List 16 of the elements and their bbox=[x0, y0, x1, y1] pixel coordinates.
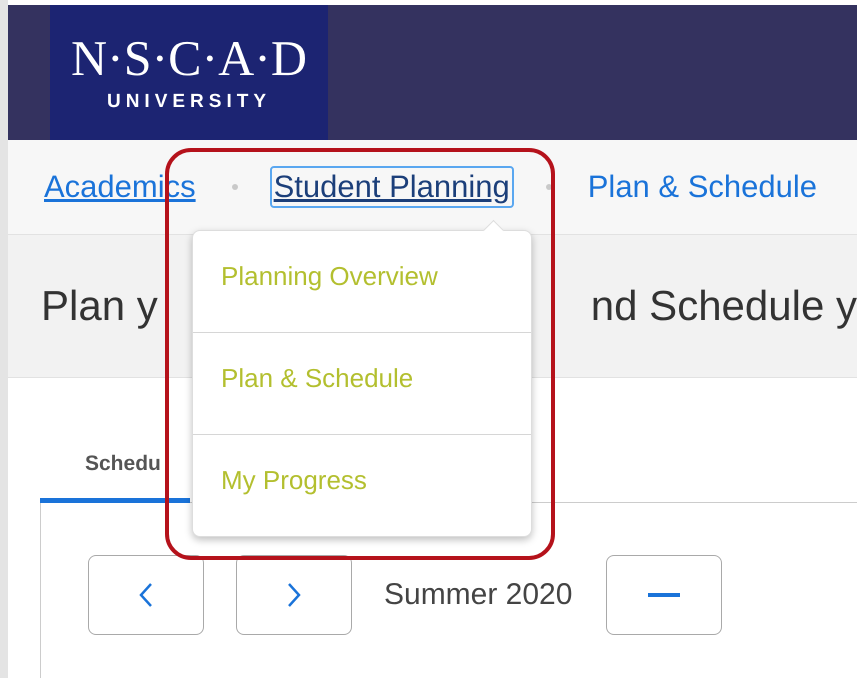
minus-icon bbox=[648, 592, 680, 598]
logo-title: N·S·C·A·D bbox=[70, 32, 308, 82]
separator-dot bbox=[232, 184, 238, 190]
term-label: Summer 2020 bbox=[384, 578, 572, 612]
breadcrumb-link[interactable]: Student Planning bbox=[270, 166, 514, 208]
university-logo[interactable]: N·S·C·A·D UNIVERSITY bbox=[50, 5, 328, 140]
chevron-right-icon bbox=[287, 582, 301, 608]
breadcrumb-link[interactable]: Plan & Schedule bbox=[584, 166, 821, 208]
remove-term-button[interactable] bbox=[606, 555, 722, 635]
logo-subtitle: UNIVERSITY bbox=[106, 90, 272, 112]
separator-dot bbox=[546, 184, 552, 190]
next-term-button[interactable] bbox=[236, 555, 352, 635]
page-heading: Plan y bbox=[41, 282, 158, 330]
chevron-left-icon bbox=[139, 582, 153, 608]
page-heading: nd Schedule y bbox=[590, 282, 857, 330]
previous-term-button[interactable] bbox=[88, 555, 204, 635]
